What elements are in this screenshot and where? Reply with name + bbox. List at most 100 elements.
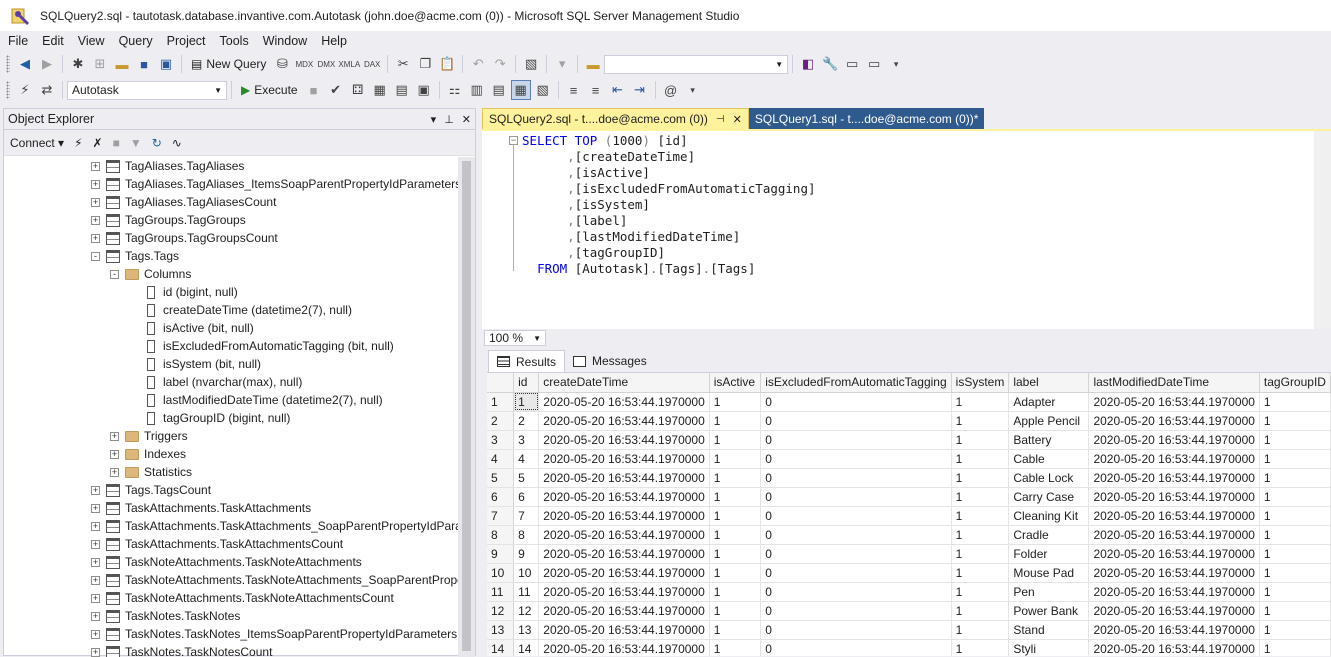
table-row[interactable]: 11112020-05-20 16:53:44.1970000101Pen202… bbox=[487, 582, 1331, 601]
table-row[interactable]: 332020-05-20 16:53:44.1970000101Battery2… bbox=[487, 430, 1331, 449]
tree-node[interactable]: +TaskAttachments.TaskAttachments bbox=[4, 499, 460, 517]
results-grid[interactable]: idcreateDateTimeisActiveisExcludedFromAu… bbox=[487, 372, 1331, 656]
grid-cell[interactable]: Folder bbox=[1009, 544, 1089, 563]
collapse-icon[interactable]: - bbox=[91, 252, 100, 261]
grid-cell[interactable]: 3 bbox=[514, 430, 539, 449]
grid-cell[interactable]: 2020-05-20 16:53:44.1970000 bbox=[539, 487, 709, 506]
stop-icon[interactable]: ■ bbox=[113, 136, 120, 150]
results-to-text-icon[interactable]: ▤ bbox=[489, 80, 509, 100]
solution-config-dropdown-icon[interactable]: ▾ bbox=[552, 54, 572, 74]
grid-cell[interactable]: 1 bbox=[514, 392, 539, 411]
menu-view[interactable]: View bbox=[71, 31, 112, 51]
grid-cell[interactable]: 14 bbox=[514, 639, 539, 656]
grid-cell[interactable]: 1 bbox=[1259, 582, 1330, 601]
row-number[interactable]: 5 bbox=[487, 468, 514, 487]
grid-cell[interactable]: 0 bbox=[761, 582, 951, 601]
expand-icon[interactable]: + bbox=[91, 648, 100, 657]
grid-cell[interactable]: 2020-05-20 16:53:44.1970000 bbox=[1089, 525, 1259, 544]
tree-node[interactable]: +TaskAttachments.TaskAttachmentsCount bbox=[4, 535, 460, 553]
grid-cell[interactable]: Apple Pencil bbox=[1009, 411, 1089, 430]
grid-cell[interactable]: 1 bbox=[1259, 544, 1330, 563]
grid-cell[interactable]: 1 bbox=[951, 563, 1009, 582]
row-number[interactable]: 7 bbox=[487, 506, 514, 525]
new-project-icon[interactable]: ✱ bbox=[68, 54, 88, 74]
tree-node[interactable]: isSystem (bit, null) bbox=[4, 355, 460, 373]
expand-icon[interactable]: + bbox=[91, 594, 100, 603]
row-number[interactable]: 8 bbox=[487, 525, 514, 544]
grid-cell[interactable]: 2 bbox=[514, 411, 539, 430]
dax-query-icon[interactable]: DAX bbox=[362, 54, 382, 74]
grid-cell[interactable]: 2020-05-20 16:53:44.1970000 bbox=[1089, 430, 1259, 449]
grid-cell[interactable]: 2020-05-20 16:53:44.1970000 bbox=[1089, 468, 1259, 487]
mdx-query-icon[interactable]: MDX bbox=[294, 54, 314, 74]
collapse-icon[interactable]: − bbox=[509, 136, 518, 145]
tree-node[interactable]: +TagAliases.TagAliases bbox=[4, 157, 460, 175]
grid-cell[interactable]: 0 bbox=[761, 392, 951, 411]
grid-cell[interactable]: 2020-05-20 16:53:44.1970000 bbox=[539, 506, 709, 525]
grid-cell[interactable]: 1 bbox=[1259, 601, 1330, 620]
forward-icon[interactable]: ▶ bbox=[37, 54, 57, 74]
disconnect-icon[interactable]: ✗ bbox=[93, 136, 103, 150]
table-row[interactable]: 10102020-05-20 16:53:44.1970000101Mouse … bbox=[487, 563, 1331, 582]
live-query-stats-icon[interactable]: ⚏ bbox=[445, 80, 465, 100]
close-tab-icon[interactable]: ✕ bbox=[733, 113, 742, 126]
grid-cell[interactable]: 2020-05-20 16:53:44.1970000 bbox=[539, 468, 709, 487]
grid-cell[interactable]: 1 bbox=[709, 411, 760, 430]
grid-cell[interactable]: 0 bbox=[761, 430, 951, 449]
row-number[interactable]: 1 bbox=[487, 392, 514, 411]
menu-tools[interactable]: Tools bbox=[213, 31, 256, 51]
grid-cell[interactable]: 2020-05-20 16:53:44.1970000 bbox=[1089, 563, 1259, 582]
display-estimated-plan-icon[interactable]: ⚃ bbox=[348, 80, 368, 100]
grid-cell[interactable]: 1 bbox=[1259, 411, 1330, 430]
grid-cell[interactable]: 1 bbox=[1259, 392, 1330, 411]
grid-cell[interactable]: 2020-05-20 16:53:44.1970000 bbox=[1089, 449, 1259, 468]
grid-corner[interactable] bbox=[487, 373, 514, 392]
pin-icon[interactable]: ⊣ bbox=[716, 114, 725, 125]
grid-cell[interactable]: Battery bbox=[1009, 430, 1089, 449]
client-statistics-icon[interactable]: ▥ bbox=[467, 80, 487, 100]
cancel-query-icon[interactable]: ■ bbox=[304, 80, 324, 100]
grid-cell[interactable]: 2020-05-20 16:53:44.1970000 bbox=[539, 449, 709, 468]
grid-cell[interactable]: 0 bbox=[761, 487, 951, 506]
grid-cell[interactable]: Cable Lock bbox=[1009, 468, 1089, 487]
grid-cell[interactable]: Mouse Pad bbox=[1009, 563, 1089, 582]
grid-cell[interactable]: Stand bbox=[1009, 620, 1089, 639]
database-engine-query-icon[interactable]: ⛁ bbox=[272, 54, 292, 74]
tree-node[interactable]: +TaskNotes.TaskNotesCount bbox=[4, 643, 460, 657]
tab-sqlquery2[interactable]: SQLQuery2.sql - t....doe@acme.com (0)) ⊣… bbox=[482, 108, 749, 129]
row-number[interactable]: 12 bbox=[487, 601, 514, 620]
tab-results[interactable]: Results bbox=[488, 350, 565, 372]
tree-node[interactable]: tagGroupID (bigint, null) bbox=[4, 409, 460, 427]
grid-cell[interactable]: 0 bbox=[761, 639, 951, 656]
grid-cell[interactable]: 4 bbox=[514, 449, 539, 468]
editor-scrollbar[interactable] bbox=[1314, 131, 1331, 329]
grid-cell[interactable]: 1 bbox=[951, 430, 1009, 449]
expand-icon[interactable]: + bbox=[110, 468, 119, 477]
toolbox-icon[interactable]: ▭ bbox=[842, 54, 862, 74]
grid-cell[interactable]: 2020-05-20 16:53:44.1970000 bbox=[539, 620, 709, 639]
grid-cell[interactable]: 2020-05-20 16:53:44.1970000 bbox=[539, 639, 709, 656]
grid-cell[interactable]: 1 bbox=[1259, 449, 1330, 468]
grid-cell[interactable]: 0 bbox=[761, 620, 951, 639]
grid-cell[interactable]: 1 bbox=[951, 544, 1009, 563]
toolbar-options-icon[interactable]: ▾ bbox=[886, 54, 906, 74]
grid-cell[interactable]: 2020-05-20 16:53:44.1970000 bbox=[1089, 487, 1259, 506]
scrollbar-thumb[interactable] bbox=[462, 161, 471, 651]
grid-cell[interactable]: 1 bbox=[951, 468, 1009, 487]
grid-cell[interactable]: 1 bbox=[709, 563, 760, 582]
grid-cell[interactable]: 2020-05-20 16:53:44.1970000 bbox=[539, 563, 709, 582]
tree-node[interactable]: +Triggers bbox=[4, 427, 460, 445]
grid-cell[interactable]: 13 bbox=[514, 620, 539, 639]
save-all-icon[interactable]: ▣ bbox=[156, 54, 176, 74]
grid-cell[interactable]: 1 bbox=[1259, 468, 1330, 487]
tree-node[interactable]: +TaskNotes.TaskNotes bbox=[4, 607, 460, 625]
grid-cell[interactable]: Pen bbox=[1009, 582, 1089, 601]
grid-cell[interactable]: Power Bank bbox=[1009, 601, 1089, 620]
window-position-icon[interactable]: ▾ bbox=[431, 113, 437, 126]
expand-icon[interactable]: + bbox=[91, 216, 100, 225]
menu-project[interactable]: Project bbox=[160, 31, 213, 51]
back-icon[interactable]: ◀ bbox=[15, 54, 35, 74]
grid-cell[interactable]: 2020-05-20 16:53:44.1970000 bbox=[539, 411, 709, 430]
grid-cell[interactable]: 0 bbox=[761, 411, 951, 430]
grid-cell[interactable]: 2020-05-20 16:53:44.1970000 bbox=[539, 544, 709, 563]
